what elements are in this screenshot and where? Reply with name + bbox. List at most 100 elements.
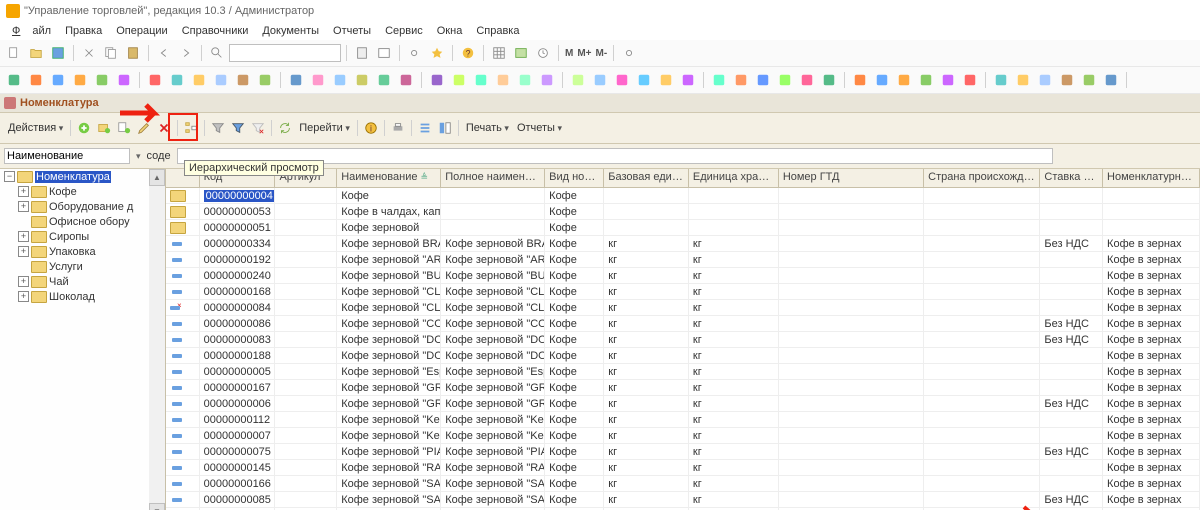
toolbar2-btn-5[interactable] xyxy=(114,70,134,90)
toolbar2-btn-27[interactable] xyxy=(634,70,654,90)
tree-item[interactable]: +Упаковка xyxy=(0,244,165,259)
toolbar2-btn-13[interactable] xyxy=(308,70,328,90)
table-row[interactable]: 00000000005Кофе зерновой "Espres…Кофе зе… xyxy=(166,364,1200,380)
undo-icon[interactable] xyxy=(154,43,174,63)
expand-icon[interactable]: + xyxy=(18,231,29,242)
menu-docs[interactable]: Документы xyxy=(256,24,325,38)
new-icon[interactable] xyxy=(4,43,24,63)
toolbar2-btn-25[interactable] xyxy=(590,70,610,90)
filter-by-icon[interactable] xyxy=(228,118,248,138)
table-row[interactable]: 00000000083Кофе зерновой "DODIC…Кофе зер… xyxy=(166,332,1200,348)
toolbar2-btn-28[interactable] xyxy=(656,70,676,90)
table-icon[interactable] xyxy=(511,43,531,63)
toolbar2-btn-32[interactable] xyxy=(753,70,773,90)
col-baseunit[interactable]: Базовая единица из… xyxy=(604,169,689,187)
table-row[interactable]: 00000000168Кофе зерновой "CLASS…Кофе зер… xyxy=(166,284,1200,300)
menu-ops[interactable]: Операции xyxy=(110,24,173,38)
table-row[interactable]: 00000000004КофеКофе xyxy=(166,188,1200,204)
toolbar2-btn-4[interactable] xyxy=(92,70,112,90)
col-fullname[interactable]: Полное наименование xyxy=(441,169,545,187)
toolbar2-btn-9[interactable] xyxy=(211,70,231,90)
table-row[interactable]: 00000000112Кофе зерновой "Kenya …Кофе зе… xyxy=(166,412,1200,428)
filter-icon[interactable] xyxy=(208,118,228,138)
folder-tree[interactable]: −Номенклатура +Кофе+Оборудование дОфисно… xyxy=(0,169,166,510)
edit-icon[interactable] xyxy=(134,118,154,138)
open-icon[interactable] xyxy=(26,43,46,63)
filter-field-select[interactable] xyxy=(4,148,130,164)
list-icon[interactable] xyxy=(415,118,435,138)
menu-reports[interactable]: Отчеты xyxy=(327,24,377,38)
tree-item[interactable]: +Шоколад xyxy=(0,289,165,304)
toolbar2-btn-35[interactable] xyxy=(819,70,839,90)
toolbar2-btn-17[interactable] xyxy=(396,70,416,90)
table-row[interactable]: 00000000007Кофе зерновой "Kenya …Кофе зе… xyxy=(166,428,1200,444)
menu-windows[interactable]: Окна xyxy=(431,24,469,38)
toolbar2-btn-12[interactable] xyxy=(286,70,306,90)
table-row[interactable]: 00000000145Кофе зерновой "RAINF…Кофе зер… xyxy=(166,460,1200,476)
hierarchy-view-button[interactable] xyxy=(181,118,201,138)
col-name[interactable]: Наименование ≜ xyxy=(337,169,441,187)
toolbar2-btn-20[interactable] xyxy=(471,70,491,90)
save-icon[interactable] xyxy=(48,43,68,63)
tree-vscroll[interactable]: ▲▼ xyxy=(149,169,165,510)
col-vat[interactable]: Ставка НДС xyxy=(1040,169,1103,187)
menu-service[interactable]: Сервис xyxy=(379,24,429,38)
tree-item[interactable]: Офисное обору xyxy=(0,214,165,229)
grid-icon[interactable] xyxy=(489,43,509,63)
add-folder-icon[interactable] xyxy=(94,118,114,138)
tree-item[interactable]: +Оборудование д xyxy=(0,199,165,214)
tree-item[interactable]: +Кофе xyxy=(0,184,165,199)
toolbar2-btn-7[interactable] xyxy=(167,70,187,90)
menu-help[interactable]: Справка xyxy=(470,24,525,38)
toolbar2-btn-42[interactable] xyxy=(991,70,1011,90)
copy-icon[interactable] xyxy=(101,43,121,63)
table-row[interactable]: 00000000084Кофе зерновой "CLASS…Кофе зер… xyxy=(166,300,1200,316)
toolbar2-btn-26[interactable] xyxy=(612,70,632,90)
toolbar2-btn-0[interactable] xyxy=(4,70,24,90)
grid-body[interactable]: 00000000004КофеКофе00000000053Кофе в чал… xyxy=(166,188,1200,510)
col-group[interactable]: Номенклатурная группа xyxy=(1103,169,1200,187)
collapse-icon[interactable]: − xyxy=(4,171,15,182)
search-icon[interactable] xyxy=(207,43,227,63)
info-icon[interactable]: i xyxy=(361,118,381,138)
toolbar2-btn-18[interactable] xyxy=(427,70,447,90)
table-row[interactable]: 00000000086Кофе зерновой "COST…Кофе зерн… xyxy=(166,316,1200,332)
toolbar2-btn-3[interactable] xyxy=(70,70,90,90)
toolbar2-btn-10[interactable] xyxy=(233,70,253,90)
menu-file[interactable]: Файл xyxy=(6,24,57,38)
toolbar2-btn-15[interactable] xyxy=(352,70,372,90)
toolbar2-btn-14[interactable] xyxy=(330,70,350,90)
m-plus-icon[interactable]: M+ xyxy=(576,48,592,59)
add-copy-icon[interactable] xyxy=(114,118,134,138)
expand-icon[interactable]: + xyxy=(18,276,29,287)
goto-menu[interactable]: Перейти xyxy=(295,122,354,134)
toolbar2-btn-33[interactable] xyxy=(775,70,795,90)
toolbar2-btn-36[interactable] xyxy=(850,70,870,90)
toolbar2-btn-2[interactable] xyxy=(48,70,68,90)
toolbar2-btn-30[interactable] xyxy=(709,70,729,90)
toolbar2-btn-41[interactable] xyxy=(960,70,980,90)
m-icon[interactable]: M xyxy=(564,48,574,59)
table-row[interactable]: 00000000075Кофе зерновой "PIACE…Кофе зер… xyxy=(166,444,1200,460)
toolbar2-btn-44[interactable] xyxy=(1035,70,1055,90)
paste-icon[interactable] xyxy=(123,43,143,63)
table-row[interactable]: 00000000192Кофе зерновой "AROM…Кофе зерн… xyxy=(166,252,1200,268)
star-icon[interactable] xyxy=(427,43,447,63)
toolbar2-btn-24[interactable] xyxy=(568,70,588,90)
toolbar2-btn-47[interactable] xyxy=(1101,70,1121,90)
col-country[interactable]: Страна происхождения xyxy=(924,169,1040,187)
add-icon[interactable] xyxy=(74,118,94,138)
settings-icon[interactable] xyxy=(619,43,639,63)
toolbar2-btn-11[interactable] xyxy=(255,70,275,90)
toolbar2-btn-43[interactable] xyxy=(1013,70,1033,90)
toolbar2-btn-39[interactable] xyxy=(916,70,936,90)
reports-menu[interactable]: Отчеты xyxy=(513,122,566,134)
table-row[interactable]: 00000000167Кофе зерновой "GRAN …Кофе зер… xyxy=(166,380,1200,396)
toolbar2-btn-29[interactable] xyxy=(678,70,698,90)
toolbar2-btn-40[interactable] xyxy=(938,70,958,90)
toolbar2-btn-16[interactable] xyxy=(374,70,394,90)
calendar-icon[interactable] xyxy=(374,43,394,63)
toolbar2-btn-23[interactable] xyxy=(537,70,557,90)
print-icon[interactable] xyxy=(388,118,408,138)
table-row[interactable]: 00000000085Кофе зерновой "SANT…Кофе зерн… xyxy=(166,492,1200,508)
